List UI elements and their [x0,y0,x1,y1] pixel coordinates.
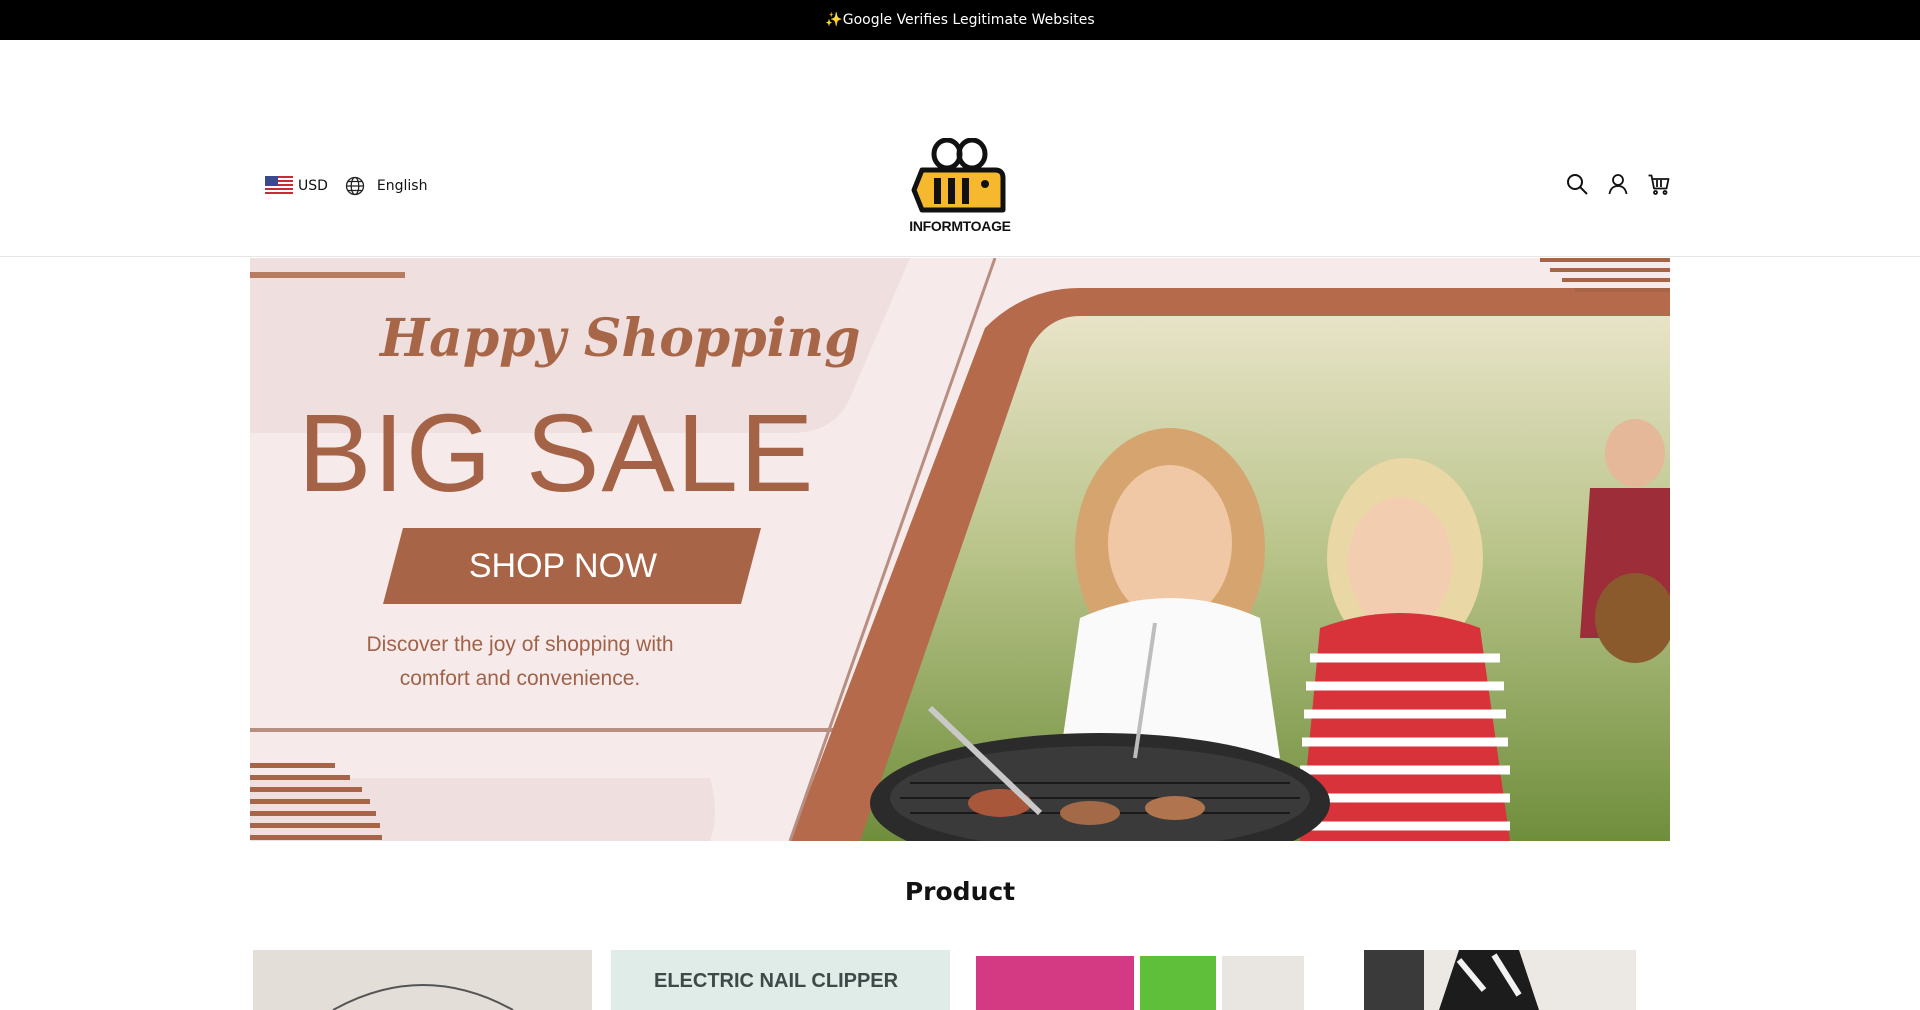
product-image [1364,950,1636,1010]
hero-banner[interactable]: Happy Shopping BIG SALE SHOP NOW Discove… [250,258,1670,841]
cart-icon[interactable] [1647,172,1671,196]
account-icon[interactable] [1606,172,1630,196]
product-image [976,950,1304,1010]
product-card[interactable]: ELECTRIC NAIL CLIPPER [611,950,950,1010]
product-image [253,950,592,1010]
logo-text: INFORMTOAGE [909,218,1011,234]
us-flag-icon[interactable] [265,176,293,196]
hero-description: Discover the joy of shopping with comfor… [366,633,674,690]
product-card[interactable] [1364,950,1636,1010]
hero-headline: BIG SALE [298,392,816,515]
store-logo[interactable]: INFORMTOAGE [900,138,1020,238]
announcement-text: ✨Google Verifies Legitimate Websites [825,12,1095,28]
product-section-title: Product [904,877,1016,906]
locale-selector: USD English [265,176,427,196]
header-actions [1565,172,1671,196]
shop-now-button[interactable]: SHOP NOW [383,528,743,604]
search-icon[interactable] [1565,172,1589,196]
globe-icon[interactable] [345,176,365,196]
language-selector[interactable]: English [377,178,428,194]
site-header: USD English INFORMTOAGE [0,40,1920,257]
product-grid: ELECTRIC NAIL CLIPPER [253,950,1636,1010]
product-image-text: ELECTRIC NAIL CLIPPER [654,970,899,992]
product-card[interactable] [253,950,592,1010]
announcement-bar: ✨Google Verifies Legitimate Websites [0,0,1920,40]
product-card[interactable] [976,950,1304,1010]
hero-script-headline: Happy Shopping [380,308,861,369]
currency-selector[interactable]: USD [298,178,328,194]
